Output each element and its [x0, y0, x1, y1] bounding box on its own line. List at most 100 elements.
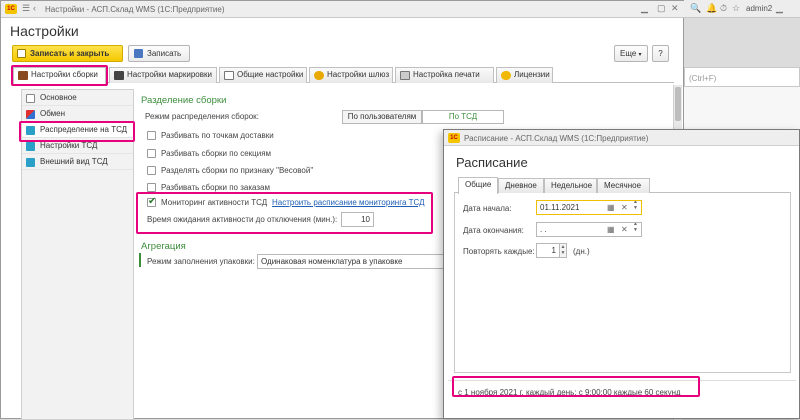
user-name[interactable]: admin2 [746, 4, 772, 13]
settings-icon [224, 71, 234, 80]
pack-mode-label: Режим заполнения упаковки: [147, 257, 255, 266]
tab-label: Настройка печати [413, 70, 480, 79]
checkbox-label: Разделять сборки по признаку "Весовой" [161, 166, 314, 175]
exchange-icon [26, 110, 35, 119]
nav-item-tsd-appearance[interactable]: Внешний вид ТСД [22, 154, 133, 170]
pack-mode-select[interactable]: Одинаковая номенклатура в упаковке [257, 254, 445, 269]
maximize-icon[interactable]: ▢ [657, 3, 666, 14]
title-bar: 1С ☰ ‹ Настройки - АСП.Склад WMS (1С:Пре… [1, 1, 685, 18]
save-and-close-label: Записать и закрыть [30, 49, 110, 58]
nav-label: Обмен [40, 109, 65, 118]
mode-option-tsd[interactable]: По ТСД [422, 110, 504, 124]
save-and-close-button[interactable]: Записать и закрыть [12, 45, 123, 62]
tab-licenses[interactable]: Лицензии [496, 67, 553, 83]
start-date-input[interactable]: 01.11.2021 ▦ ✕ ▲ ▼ [536, 200, 642, 215]
license-icon [501, 71, 511, 80]
nav-item-exchange[interactable]: Обмен [22, 106, 133, 122]
scrollbar-thumb[interactable] [675, 87, 681, 121]
mode-option-users[interactable]: По пользователям [342, 110, 422, 124]
dialog-title-bar: 1С Расписание - АСП.Склад WMS (1С:Предпр… [444, 130, 799, 146]
clear-icon[interactable]: ✕ [621, 201, 628, 214]
nav-item-main[interactable]: Основное [22, 90, 133, 106]
save-label: Записать [147, 49, 182, 58]
repeat-label: Повторять каждые: [463, 247, 535, 256]
tab-general[interactable]: Общие [458, 177, 498, 194]
search-icon[interactable]: 🔍 [690, 3, 701, 14]
menu-icon[interactable]: ☰ [22, 3, 30, 14]
favorites-icon[interactable]: ☆ [732, 3, 740, 14]
barcode-icon [114, 71, 124, 80]
tab-daily[interactable]: Дневное [498, 178, 544, 193]
dialog-heading: Расписание [456, 155, 528, 170]
window-title: Настройки - АСП.Склад WMS (1С:Предприяти… [45, 5, 225, 14]
section-title-aggregation: Агрегация [141, 241, 186, 252]
repeat-spinner-icon[interactable]: ▲ ▼ [559, 243, 567, 258]
chevron-down-icon: ▾ [638, 52, 642, 58]
tsd-device-icon [26, 142, 35, 151]
tab-monthly[interactable]: Месячное [597, 178, 650, 193]
highlight-nav [19, 121, 135, 142]
nav-label: Настройки ТСД [40, 141, 98, 150]
tab-weekly[interactable]: Недельное [544, 178, 597, 193]
save-close-icon [17, 49, 26, 58]
search-hint: (Ctrl+F) [689, 74, 717, 83]
checkbox-weight[interactable] [147, 166, 156, 175]
more-button[interactable]: Еще ▾ [614, 45, 648, 62]
tab-label: Настройки шлюз [327, 70, 390, 79]
checkbox-label: Разбивать сборки по заказам [161, 183, 270, 192]
close-icon[interactable]: ✕ [671, 3, 679, 14]
divider [139, 253, 141, 267]
back-icon[interactable]: ‹ [33, 3, 36, 13]
tab-label: Лицензии [514, 70, 550, 79]
dialog-window-title: Расписание - АСП.Склад WMS (1С:Предприят… [464, 134, 649, 143]
calendar-icon[interactable]: ▦ [607, 223, 615, 236]
main-icon [26, 94, 35, 103]
spinner-icon[interactable]: ▲ ▼ [633, 223, 638, 233]
app-logo-icon: 1С [5, 4, 17, 14]
highlight-monitoring [136, 192, 433, 234]
checkbox-label: Разбивать сборки по секциям [161, 149, 272, 158]
floppy-icon [134, 49, 143, 58]
repeat-input[interactable]: 1 [536, 243, 560, 258]
page-title: Настройки [10, 23, 79, 39]
section-title-split: Разделение сборки [141, 95, 227, 106]
background-content [684, 87, 800, 129]
clear-icon[interactable]: ✕ [621, 223, 628, 236]
tab-label: Настройки маркировки [127, 70, 212, 79]
tab-general-settings[interactable]: Общие настройки [219, 67, 307, 83]
end-date-label: Дата окончания: [463, 226, 524, 235]
app-logo-icon: 1С [448, 133, 460, 143]
schedule-dialog: 1С Расписание - АСП.Склад WMS (1С:Предпр… [443, 129, 800, 419]
tab-print-settings[interactable]: Настройка печати [395, 67, 494, 83]
tab-gateway-settings[interactable]: Настройки шлюз [309, 67, 393, 83]
end-date-input[interactable]: . . ▦ ✕ ▲ ▼ [536, 222, 642, 237]
end-date-value: . . [540, 225, 547, 234]
help-button[interactable]: ? [652, 45, 669, 62]
checkbox-label: Разбивать по точкам доставки [161, 131, 274, 140]
more-label: Еще [620, 49, 637, 58]
history-icon[interactable]: ⏱ [720, 3, 727, 14]
bell-icon[interactable]: 🔔 [706, 3, 717, 14]
highlight-tab [11, 65, 108, 86]
spinner-icon[interactable]: ▲ ▼ [633, 201, 638, 211]
tab-label: Общие настройки [237, 70, 304, 79]
mode-label: Режим распределения сборок: [145, 112, 259, 121]
minimize-icon[interactable]: ▁ [641, 3, 648, 14]
minimize-icon[interactable]: ▁ [776, 3, 783, 14]
checkbox-delivery-points[interactable] [147, 131, 156, 140]
nav-label: Внешний вид ТСД [40, 157, 108, 166]
repeat-unit: (дн.) [573, 247, 590, 256]
calendar-icon[interactable]: ▦ [607, 201, 615, 214]
checkbox-orders[interactable] [147, 183, 156, 192]
background-window-titlebar: 🔍 🔔 ⏱ ☆ admin2 ▁ [684, 0, 800, 18]
highlight-summary [452, 376, 700, 397]
search-field[interactable]: (Ctrl+F) [684, 67, 800, 87]
start-date-label: Дата начала: [463, 204, 512, 213]
dialog-tab-panel [454, 193, 791, 373]
tsd-device-icon [26, 158, 35, 167]
start-date-value: 01.11.2021 [540, 203, 580, 212]
tab-marking-settings[interactable]: Настройки маркировки [109, 67, 217, 83]
printer-icon [400, 71, 410, 80]
checkbox-sections[interactable] [147, 149, 156, 158]
save-button[interactable]: Записать [128, 45, 190, 62]
